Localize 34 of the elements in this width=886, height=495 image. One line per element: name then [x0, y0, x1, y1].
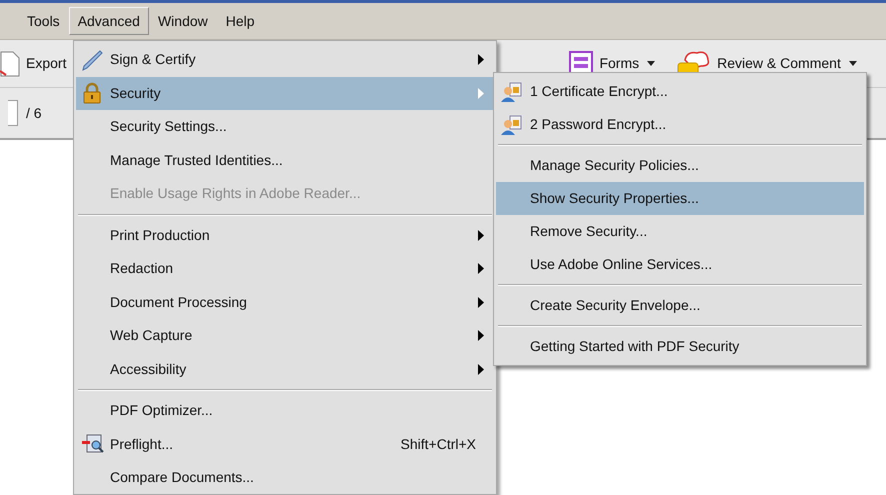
menu-item[interactable]: Preflight... Shift+Ctrl+X	[76, 428, 494, 461]
menu-item[interactable]: Use Adobe Online Services...	[496, 248, 864, 281]
person-lock-icon	[501, 114, 523, 134]
menu-item[interactable]: Create Security Envelope...	[496, 289, 864, 322]
menu-bar-item[interactable]: Window	[148, 7, 217, 35]
menu-item[interactable]: Document Processing	[76, 286, 494, 319]
menu-item[interactable]: Manage Security Policies...	[496, 149, 864, 182]
menu-item[interactable]: Redaction	[76, 252, 494, 286]
menu-item[interactable]: Remove Security...	[496, 215, 864, 248]
menu-item[interactable]: PDF Optimizer...	[76, 394, 494, 428]
menu-bar-item[interactable]: Tools	[18, 7, 69, 35]
menu-item[interactable]: 2 Password Encrypt...	[496, 108, 864, 141]
preflight-icon	[81, 433, 105, 456]
menu-bar-item[interactable]: Advanced	[68, 7, 149, 35]
menu-bar-item[interactable]: Help	[216, 7, 264, 35]
page-number-field[interactable]	[8, 100, 18, 126]
person-lock-icon	[501, 82, 523, 102]
menu-item[interactable]: Accessibility	[76, 352, 494, 386]
menu-item[interactable]: Compare Documents...	[76, 461, 494, 494]
lock-icon	[81, 82, 103, 104]
menu-item[interactable]: Print Production	[76, 218, 494, 252]
document-icon	[0, 50, 20, 76]
menu-item[interactable]: Show Security Properties...	[496, 182, 864, 215]
page-count: / 6	[26, 104, 42, 122]
shortcut-label: Shift+Ctrl+X	[400, 434, 476, 454]
menu-item[interactable]: Security	[76, 76, 494, 110]
menu-item[interactable]: Getting Started with PDF Security	[496, 330, 864, 363]
menu-item[interactable]: Sign & Certify	[76, 43, 494, 76]
menu-item[interactable]: Security Settings...	[76, 110, 494, 144]
menu-item[interactable]: Web Capture	[76, 319, 494, 352]
pen-icon	[81, 48, 103, 71]
menu-item[interactable]: 1 Certificate Encrypt...	[496, 75, 864, 108]
menu-item[interactable]: Manage Trusted Identities...	[76, 144, 494, 177]
toolbar-button[interactable]: Export	[0, 46, 70, 80]
